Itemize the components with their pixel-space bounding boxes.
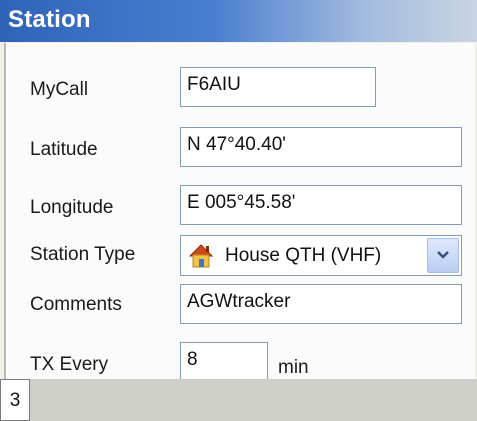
house-icon xyxy=(187,242,215,270)
title-bar: Station xyxy=(0,0,477,42)
status-strip xyxy=(30,379,477,421)
longitude-label: Longitude xyxy=(30,197,114,218)
station-type-value: House QTH (VHF) xyxy=(225,245,382,266)
mycall-label: MyCall xyxy=(30,79,89,100)
station-window: Station MyCall F6AIU Latitude N 47°40.40… xyxy=(0,0,477,421)
tx-every-input[interactable]: 8 xyxy=(180,342,268,382)
station-type-label: Station Type xyxy=(30,244,136,265)
latitude-label: Latitude xyxy=(30,139,98,160)
comments-input[interactable]: AGWtracker xyxy=(180,284,462,324)
station-type-select[interactable]: House QTH (VHF) xyxy=(180,235,462,276)
chevron-down-icon xyxy=(437,251,449,259)
window-title: Station xyxy=(8,6,91,33)
latitude-input[interactable]: N 47°40.40' xyxy=(180,127,462,167)
station-form: MyCall F6AIU Latitude N 47°40.40' Longit… xyxy=(4,43,475,382)
mycall-input[interactable]: F6AIU xyxy=(180,67,376,107)
longitude-input[interactable]: E 005°45.58' xyxy=(180,185,462,225)
page-number[interactable]: 3 xyxy=(0,379,30,421)
tx-every-unit: min xyxy=(278,357,309,378)
tx-every-label: TX Every xyxy=(30,354,109,375)
comments-label: Comments xyxy=(30,294,122,315)
dropdown-button[interactable] xyxy=(427,238,459,273)
